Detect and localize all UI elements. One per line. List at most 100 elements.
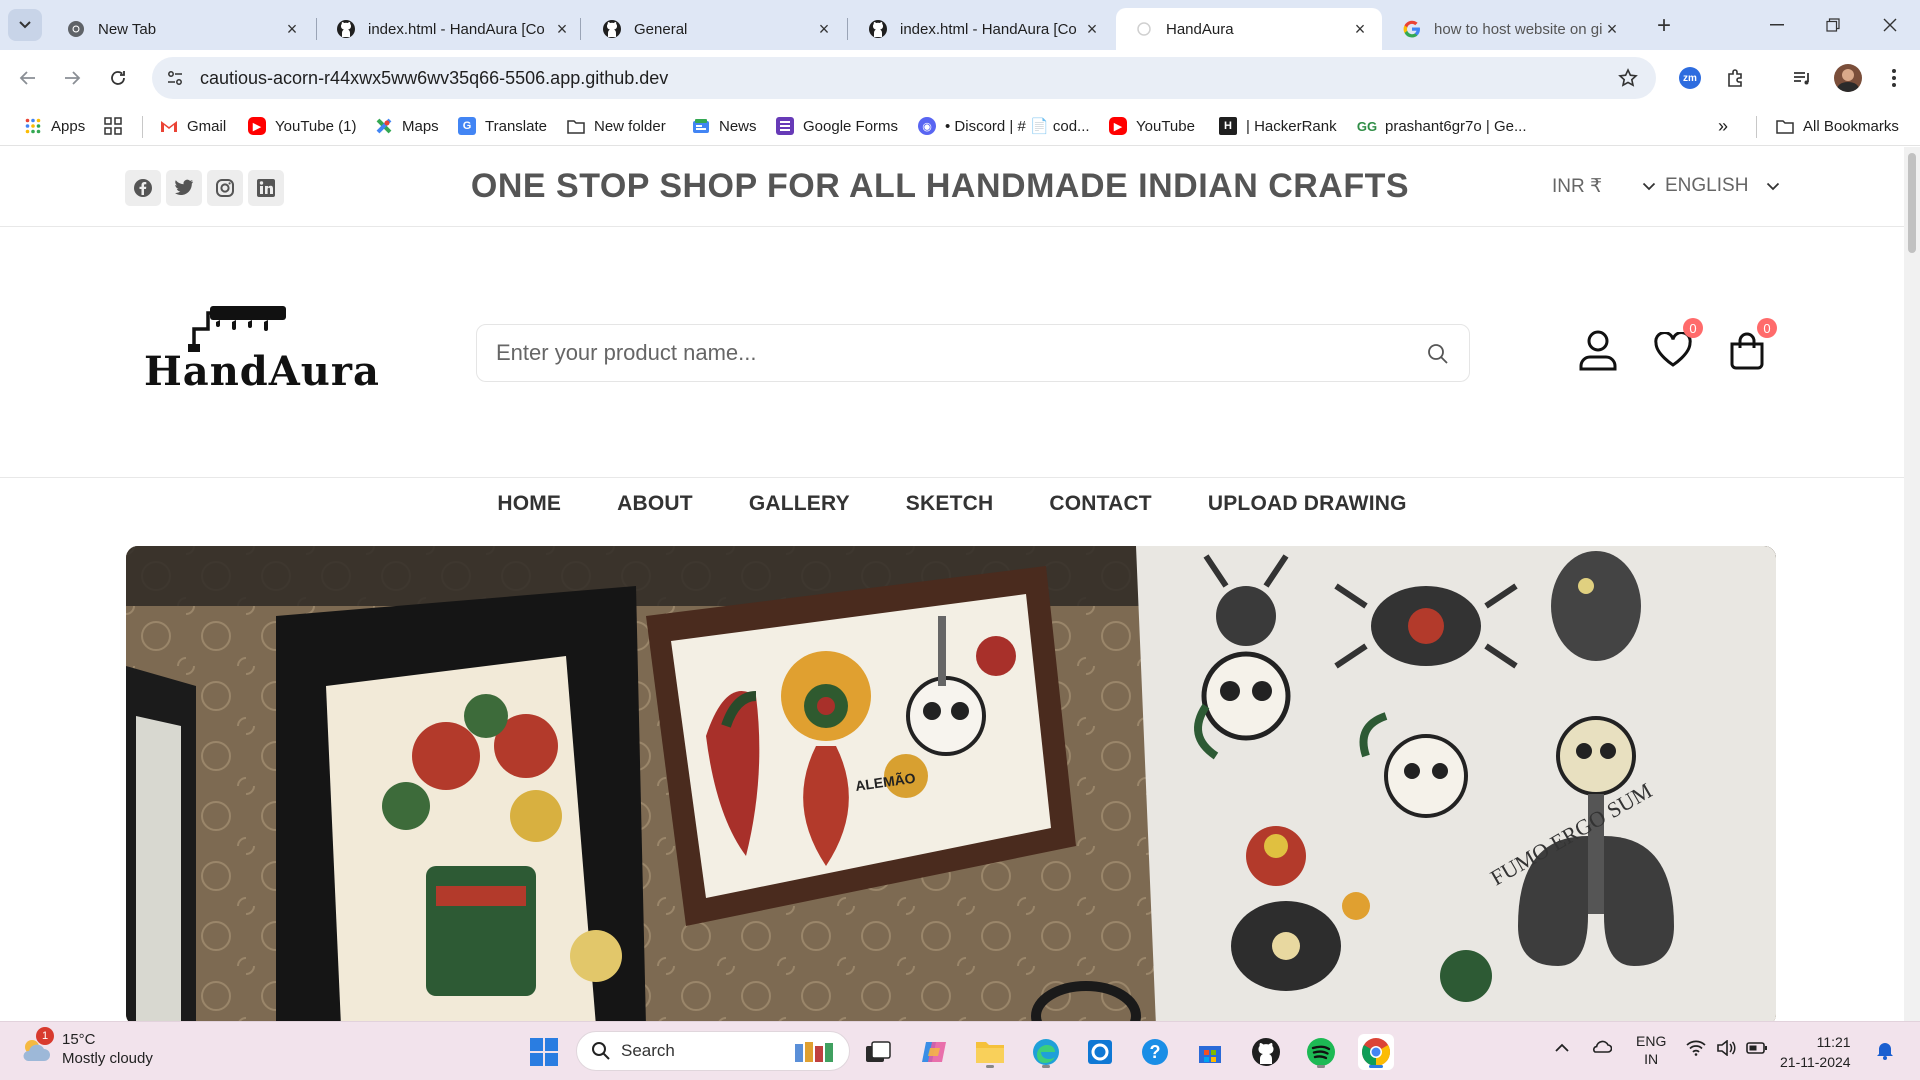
bookmark-news[interactable]: News [692,114,757,138]
input-language-indicator[interactable]: ENG IN [1636,1032,1666,1068]
wifi-status[interactable] [1686,1040,1706,1059]
media-controls-button[interactable] [1787,63,1817,93]
help-button[interactable]: ? [1137,1034,1173,1070]
zoom-extension-button[interactable]: zm [1675,63,1705,93]
spotify-button[interactable] [1303,1034,1339,1070]
site-info-icon[interactable] [162,65,188,91]
tray-overflow-button[interactable] [1554,1040,1570,1056]
chevron-down-icon [1766,178,1782,194]
user-icon [1579,330,1617,371]
currency-select[interactable]: INR ₹ [1552,175,1658,198]
close-icon[interactable]: × [552,19,572,39]
github-icon [336,19,356,39]
nav-gallery[interactable]: GALLERY [749,492,850,516]
system-clock[interactable]: 11:21 21-11-2024 [1780,1032,1851,1072]
profile-avatar[interactable] [1833,63,1863,93]
tab-google-search[interactable]: how to host website on git × [1384,8,1634,50]
linkedin-link[interactable] [248,170,284,206]
forward-button[interactable] [56,62,88,94]
facebook-icon [134,179,152,197]
file-explorer-button[interactable] [972,1034,1008,1070]
bookmark-new-folder[interactable]: New folder [567,114,666,138]
nav-about[interactable]: ABOUT [617,492,693,516]
bookmark-translate[interactable]: G Translate [458,114,547,138]
facebook-link[interactable] [125,170,161,206]
bookmarks-overflow-button[interactable]: » [1718,114,1728,138]
wishlist-button[interactable]: 0 [1651,318,1703,372]
new-tab-button[interactable]: + [1650,12,1678,40]
tab-handaura-active[interactable]: HandAura × [1116,8,1382,50]
start-button[interactable] [526,1034,562,1070]
extensions-button[interactable] [1721,63,1751,93]
close-icon[interactable]: × [1602,19,1622,39]
tab-new-tab[interactable]: New Tab × [48,8,314,50]
bookmark-geeksforgeeks[interactable]: GG prashant6gr7o | Ge... [1357,114,1527,138]
battery-status[interactable] [1746,1041,1768,1058]
bookmark-gmail[interactable]: Gmail [160,114,226,138]
bookmark-label: News [719,117,757,135]
running-indicator [1042,1065,1050,1068]
handaura-logo[interactable]: HandAura [140,300,379,395]
chrome-icon [66,19,86,39]
all-bookmarks-button[interactable]: All Bookmarks [1776,114,1899,138]
address-toolbar: cautious-acorn-r44xwx5ww6wv35q66-5506.ap… [0,50,1920,106]
windows-taskbar: 1 15°C Mostly cloudy Search ? ENG IN 11:… [0,1021,1920,1080]
search-icon[interactable] [1427,343,1449,365]
close-icon[interactable]: × [1082,19,1102,39]
nav-upload-drawing[interactable]: UPLOAD DRAWING [1208,492,1407,516]
twitter-link[interactable] [166,170,202,206]
nav-contact[interactable]: CONTACT [1049,492,1152,516]
tab-search-button[interactable] [8,9,42,41]
store-button[interactable] [1192,1034,1228,1070]
bookmark-youtube-1[interactable]: ▶ YouTube (1) [248,114,356,138]
scrollbar-thumb[interactable] [1908,153,1916,253]
omnibox[interactable]: cautious-acorn-r44xwx5ww6wv35q66-5506.ap… [152,57,1656,99]
bookmark-star-icon[interactable] [1616,66,1640,90]
close-window-button[interactable] [1870,10,1910,40]
tab-github-general[interactable]: General × [584,8,846,50]
zoom-icon: zm [1679,67,1701,89]
search-input[interactable] [496,340,1396,366]
onedrive-button[interactable] [1590,1038,1613,1057]
restore-button[interactable] [1813,10,1853,40]
notifications-button[interactable] [1876,1040,1894,1063]
account-button[interactable] [1576,328,1620,372]
back-button[interactable] [12,62,44,94]
bookmark-grid[interactable] [104,114,131,138]
close-icon[interactable]: × [1350,19,1370,39]
tab-github-index-2[interactable]: index.html - HandAura [Co × [850,8,1114,50]
bookmark-maps[interactable]: Maps [375,114,439,138]
chrome-taskbar-button[interactable] [1358,1034,1394,1070]
reload-button[interactable] [102,62,134,94]
page-scrollbar[interactable] [1904,147,1920,1021]
translate-icon: G [458,117,476,135]
language-select[interactable]: ENGLISH [1665,175,1782,197]
spotify-icon [1307,1038,1335,1066]
bookmark-label: New folder [594,117,666,135]
tab-github-index[interactable]: index.html - HandAura [Co × [318,8,584,50]
cart-button[interactable]: 0 [1725,318,1777,372]
bookmark-hackerrank[interactable]: H | HackerRank [1219,114,1337,138]
volume-status[interactable] [1716,1039,1736,1059]
minimize-button[interactable] [1757,10,1797,40]
bookmark-discord[interactable]: ◉ • Discord | # 📄 cod... [918,114,1090,138]
task-view-button[interactable] [860,1034,896,1070]
copilot-button[interactable] [916,1034,952,1070]
bookmark-apps[interactable]: Apps [24,114,85,138]
taskbar-search[interactable]: Search [576,1031,850,1071]
wishlist-count-badge: 0 [1683,318,1703,338]
close-icon[interactable]: × [282,19,302,39]
bookmark-divider [1756,116,1757,138]
nav-sketch[interactable]: SKETCH [906,492,994,516]
chrome-menu-button[interactable] [1879,63,1909,93]
close-icon[interactable]: × [814,19,834,39]
bookmark-label: | HackerRank [1246,117,1337,135]
edge-button[interactable] [1028,1034,1064,1070]
bookmark-google-forms[interactable]: Google Forms [776,114,898,138]
bookmark-youtube[interactable]: ▶ YouTube [1109,114,1195,138]
instagram-link[interactable] [207,170,243,206]
nav-home[interactable]: HOME [497,492,561,516]
outlook-button[interactable] [1082,1034,1118,1070]
github-desktop-button[interactable] [1248,1034,1284,1070]
weather-widget[interactable]: 1 15°C Mostly cloudy [20,1027,153,1068]
